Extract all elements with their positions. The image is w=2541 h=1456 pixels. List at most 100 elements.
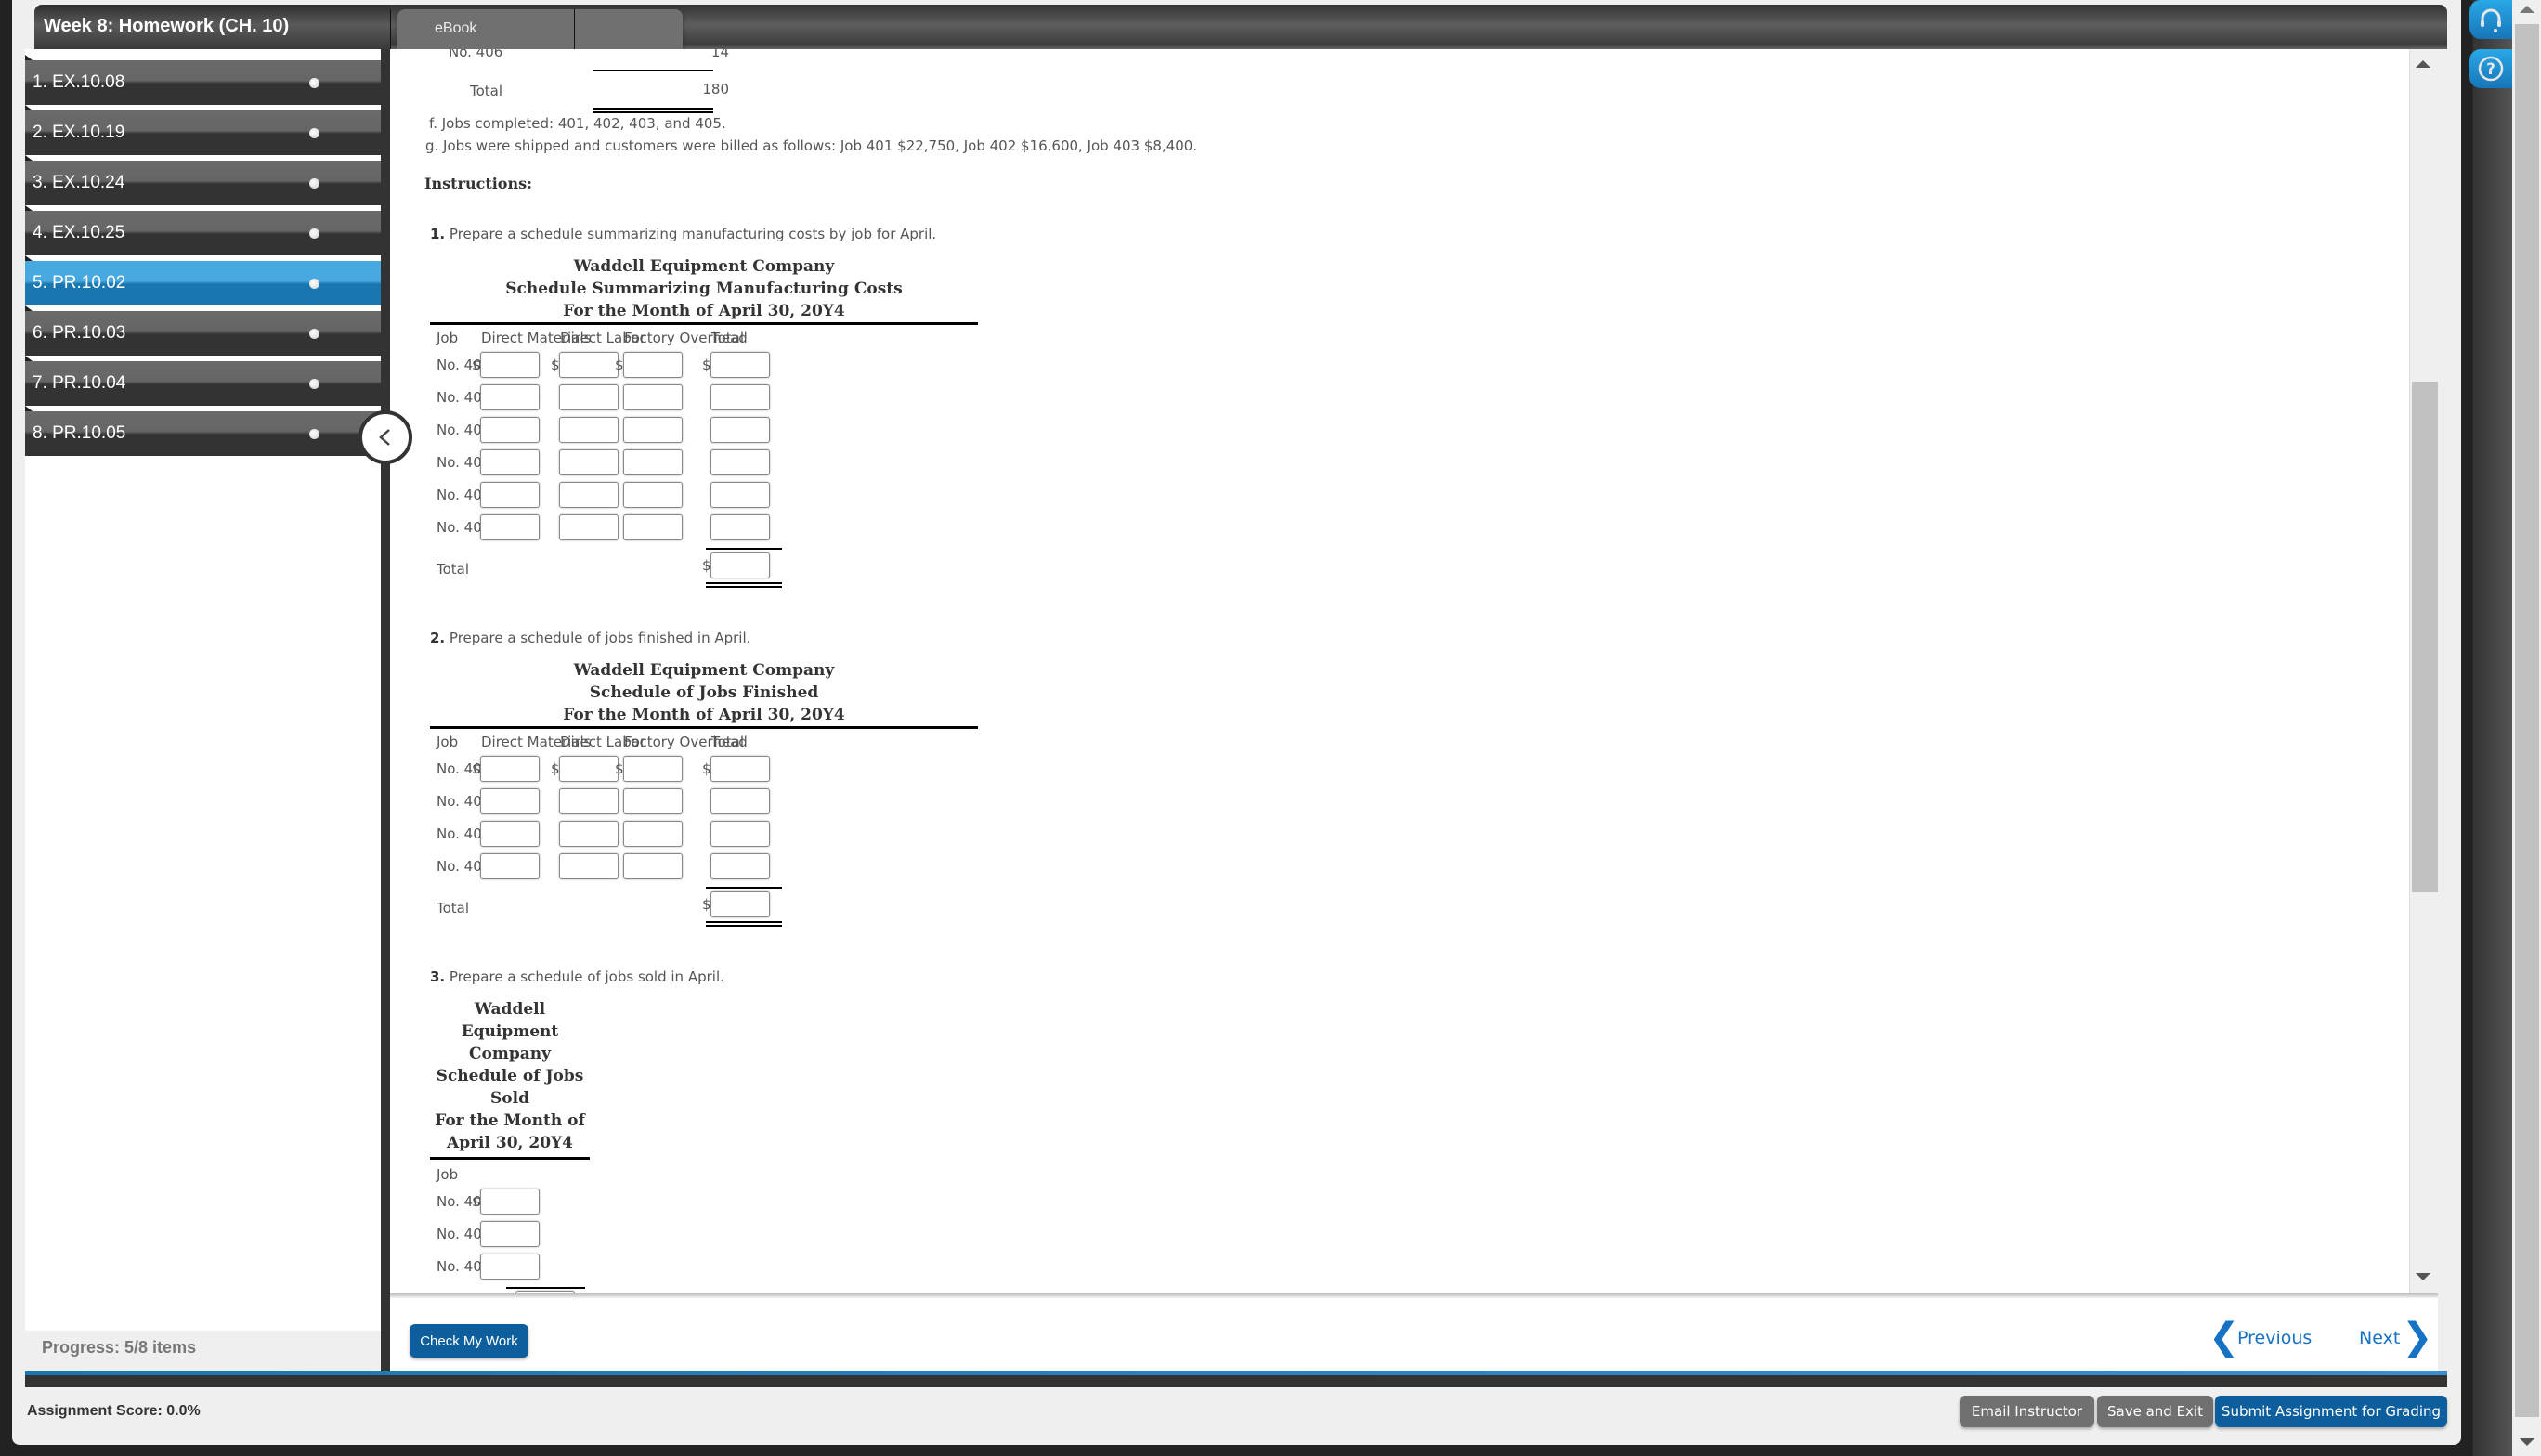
q1-fo-input[interactable] — [623, 482, 683, 508]
q1-dl-input[interactable] — [559, 449, 619, 475]
q2-dm-input[interactable] — [480, 821, 540, 847]
assignment-score: Assignment Score: 0.0% — [27, 1403, 201, 1419]
q1-grand-total-input[interactable] — [710, 552, 770, 578]
q3-col-job: Job — [437, 1166, 459, 1183]
q1-schedule-title: Waddell Equipment Company Schedule Summa… — [430, 255, 978, 322]
q2-fo-input[interactable] — [623, 821, 683, 847]
q3-amt-input[interactable] — [480, 1221, 540, 1247]
q1-fo-input[interactable] — [623, 449, 683, 475]
q2-prompt: 2. Prepare a schedule of jobs finished i… — [430, 630, 750, 646]
q1-dm-input[interactable] — [480, 482, 540, 508]
check-my-work-button[interactable]: Check My Work — [410, 1324, 528, 1358]
q1-tot-input[interactable] — [710, 514, 770, 540]
sidebar-item-3[interactable]: 3. EX.10.24 — [25, 155, 381, 205]
sidebar-item-label: 4. EX.10.25 — [33, 223, 125, 242]
content-scrollbar-thumb[interactable] — [2412, 382, 2438, 892]
page-scrollbar-thumb[interactable] — [2515, 24, 2539, 1417]
q2-grand-total-input[interactable] — [710, 891, 770, 917]
q1-tot-input[interactable] — [710, 417, 770, 443]
sidebar-item-1[interactable]: 1. EX.10.08 — [25, 55, 381, 105]
q3-amt-input[interactable] — [480, 1254, 540, 1280]
q1-dl-input[interactable] — [559, 482, 619, 508]
q3-header-rule — [430, 1157, 590, 1160]
q3-amt-input[interactable] — [480, 1189, 540, 1215]
title-line: For the Month of — [435, 1112, 585, 1130]
q2-fo-input[interactable] — [623, 853, 683, 879]
status-dot-icon — [309, 228, 319, 239]
sidebar-item-label: 1. EX.10.08 — [33, 72, 125, 92]
q2-dm-input[interactable] — [480, 756, 540, 782]
title-line: Waddell — [474, 1000, 546, 1019]
q1-tot-input[interactable] — [710, 449, 770, 475]
q1-dm-input[interactable] — [480, 352, 540, 378]
sidebar-item-5[interactable]: 5. PR.10.02 — [25, 255, 381, 306]
chevron-left-icon[interactable]: ❮ — [2209, 1319, 2240, 1356]
q1-tot-input[interactable] — [710, 352, 770, 378]
q2-fo-input[interactable] — [623, 788, 683, 814]
sidebar-item-label: 2. EX.10.19 — [33, 123, 125, 142]
grand-total-double-rule — [706, 921, 782, 927]
q1-dl-input[interactable] — [559, 514, 619, 540]
sidebar-item-7[interactable]: 7. PR.10.04 — [25, 356, 381, 406]
q1-tot-input[interactable] — [710, 384, 770, 410]
help-icon: ? — [2478, 56, 2504, 82]
sidebar-item-8[interactable]: 8. PR.10.05 — [25, 406, 381, 456]
row-label: No. 406 — [449, 49, 503, 60]
q2-fo-input[interactable] — [623, 756, 683, 782]
q1-col-job: Job — [437, 330, 459, 346]
tab-ebook[interactable]: eBook — [397, 9, 683, 49]
scroll-down-icon[interactable] — [2520, 1438, 2534, 1446]
q2-dm-input[interactable] — [480, 788, 540, 814]
sidebar-item-6[interactable]: 6. PR.10.03 — [25, 306, 381, 356]
q1-dm-input[interactable] — [480, 417, 540, 443]
scroll-up-icon[interactable] — [2520, 6, 2534, 13]
q2-dl-input[interactable] — [559, 756, 619, 782]
q2-tot-input[interactable] — [710, 853, 770, 879]
q1-prompt: 1. Prepare a schedule summarizing manufa… — [430, 226, 936, 242]
q1-fo-input[interactable] — [623, 352, 683, 378]
q2-dm-input[interactable] — [480, 853, 540, 879]
chevron-right-icon[interactable]: ❯ — [2402, 1319, 2433, 1356]
support-button[interactable] — [2469, 0, 2512, 39]
next-link[interactable]: Next — [2359, 1328, 2400, 1348]
previous-link[interactable]: Previous — [2237, 1328, 2312, 1348]
q1-dl-input[interactable] — [559, 352, 619, 378]
q1-tot-input[interactable] — [710, 482, 770, 508]
instructions-heading: Instructions: — [424, 175, 533, 192]
q1-fo-input[interactable] — [623, 384, 683, 410]
tab-separator — [390, 9, 391, 49]
save-and-exit-button[interactable]: Save and Exit — [2097, 1396, 2213, 1427]
content-scroll-up-icon[interactable] — [2416, 60, 2430, 68]
content-scrollbar[interactable] — [2409, 49, 2438, 1295]
q1-col-total: Total — [711, 330, 745, 346]
q1-dl-input[interactable] — [559, 384, 619, 410]
q2-dl-input[interactable] — [559, 821, 619, 847]
q1-dm-input[interactable] — [480, 384, 540, 410]
q3-total-rule — [506, 1287, 585, 1289]
q1-dm-input[interactable] — [480, 449, 540, 475]
q2-tot-input[interactable] — [710, 788, 770, 814]
footer-band — [25, 1375, 2447, 1387]
title-line: Waddell Equipment Company — [573, 661, 835, 680]
total-value: 180 — [702, 81, 729, 98]
page-scrollbar[interactable] — [2512, 0, 2541, 1456]
q2-dl-input[interactable] — [559, 853, 619, 879]
content-scroll-down-icon[interactable] — [2416, 1273, 2430, 1280]
sidebar-item-2[interactable]: 2. EX.10.19 — [25, 105, 381, 155]
email-instructor-button[interactable]: Email Instructor — [1960, 1396, 2094, 1427]
sidebar-item-4[interactable]: 4. EX.10.25 — [25, 205, 381, 255]
status-dot-icon — [309, 279, 319, 289]
q2-tot-input[interactable] — [710, 821, 770, 847]
q1-dl-input[interactable] — [559, 417, 619, 443]
progress-text: Progress: 5/8 items — [42, 1338, 197, 1357]
q1-fo-input[interactable] — [623, 417, 683, 443]
q2-dl-input[interactable] — [559, 788, 619, 814]
tab-bar — [390, 5, 2447, 49]
q1-fo-input[interactable] — [623, 514, 683, 540]
help-button[interactable]: ? — [2469, 49, 2512, 88]
title-line: Schedule Summarizing Manufacturing Costs — [505, 280, 903, 298]
collapse-sidebar-button[interactable] — [358, 410, 412, 464]
q1-dm-input[interactable] — [480, 514, 540, 540]
q2-tot-input[interactable] — [710, 756, 770, 782]
submit-assignment-button[interactable]: Submit Assignment for Grading — [2215, 1396, 2447, 1427]
